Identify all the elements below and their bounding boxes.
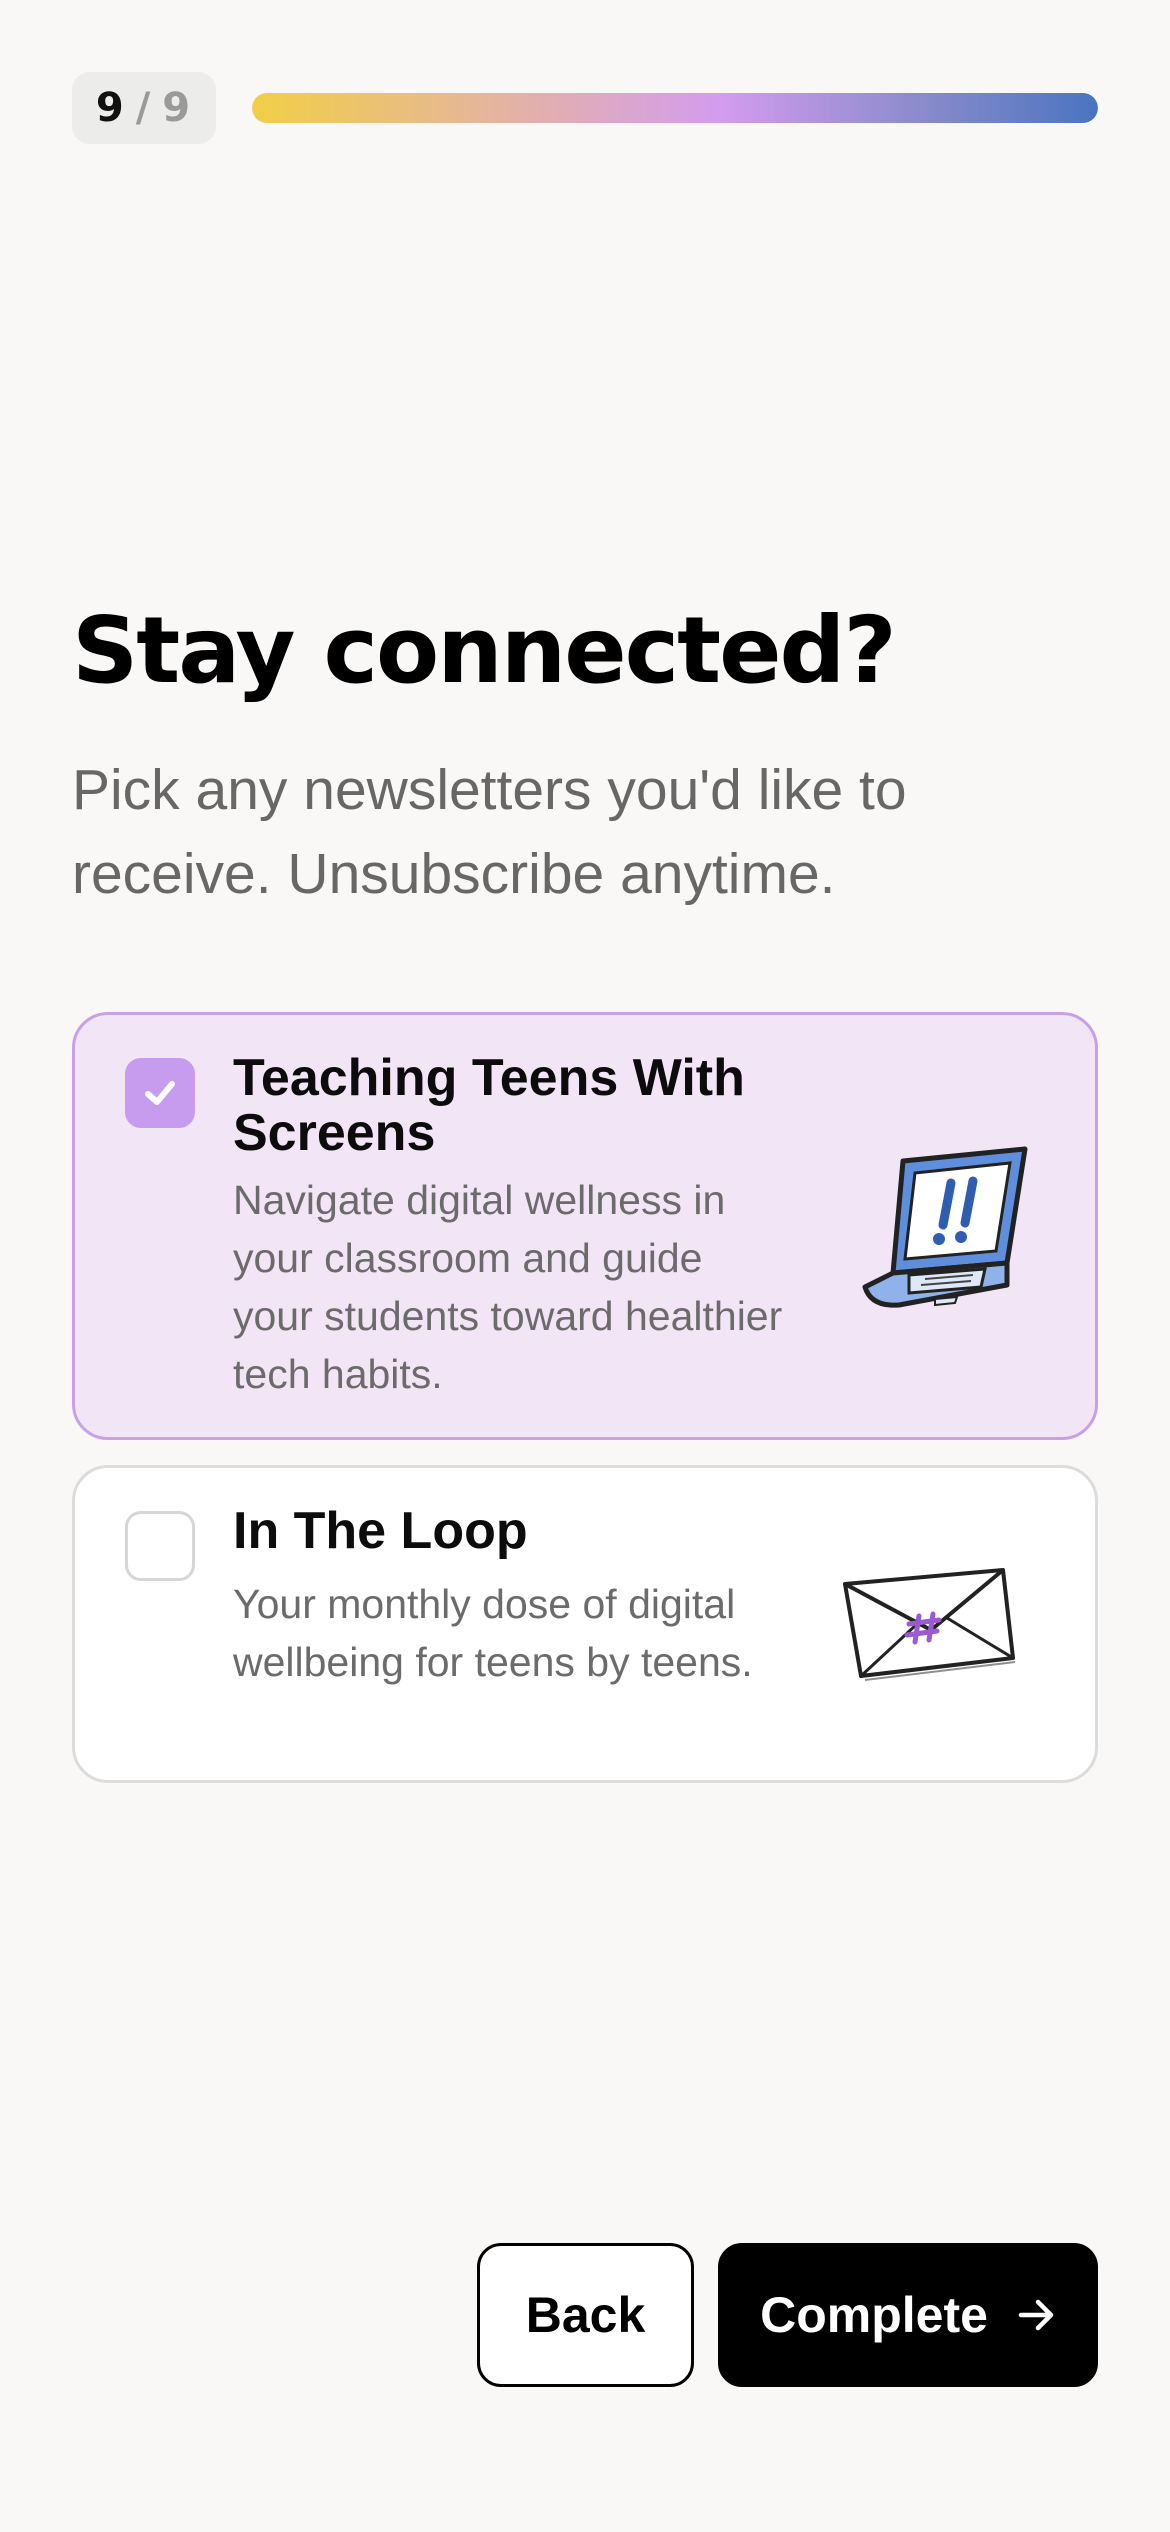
newsletter-checkbox-unchecked[interactable] bbox=[125, 1511, 195, 1581]
newsletter-option-in-the-loop[interactable]: In The Loop Your monthly dose of digital… bbox=[72, 1465, 1098, 1783]
newsletter-option-teaching-teens[interactable]: Teaching Teens With Screens Navigate dig… bbox=[72, 1012, 1098, 1440]
progress-fill bbox=[252, 93, 1098, 123]
newsletter-title: In The Loop bbox=[233, 1502, 528, 1560]
newsletter-checkbox-checked[interactable] bbox=[125, 1058, 195, 1128]
newsletter-description: Your monthly dose of digital wellbeing f… bbox=[233, 1581, 753, 1685]
page-title: Stay connected? bbox=[72, 597, 897, 704]
checkmark-icon bbox=[145, 1081, 175, 1105]
page-subtitle: Pick any newsletters you'd like to recei… bbox=[72, 758, 907, 906]
step-separator: / bbox=[135, 85, 153, 131]
step-total: 9 bbox=[162, 85, 193, 131]
step-current: 9 bbox=[95, 85, 126, 131]
envelope-hashtag-icon bbox=[843, 1568, 1016, 1681]
newsletter-description: Navigate digital wellness in your classr… bbox=[233, 1177, 783, 1397]
laptop-alert-icon bbox=[862, 1146, 1028, 1308]
complete-button[interactable]: Complete bbox=[718, 2243, 1098, 2387]
newsletter-title: Teaching Teens With Screens bbox=[233, 1049, 745, 1162]
step-counter: 9 / 9 bbox=[72, 72, 216, 144]
back-button[interactable]: Back bbox=[477, 2243, 694, 2387]
progress-bar bbox=[252, 93, 1098, 123]
arrow-right-icon bbox=[1018, 2298, 1056, 2332]
complete-button-label: Complete bbox=[760, 2287, 988, 2343]
